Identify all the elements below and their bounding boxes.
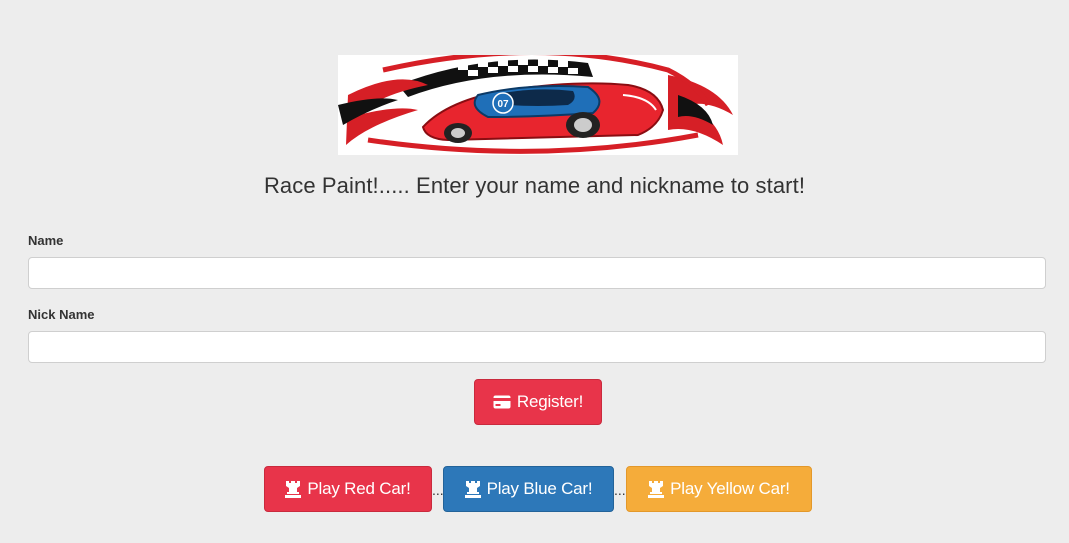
credit-card-icon (493, 395, 511, 409)
register-button[interactable]: Register! (474, 379, 602, 425)
button-separator: ... (432, 482, 444, 498)
nickname-label: Nick Name (28, 307, 95, 322)
play-blue-car-button[interactable]: Play Blue Car! (443, 466, 614, 512)
play-red-car-button[interactable]: Play Red Car! (264, 466, 432, 512)
button-separator: ... (614, 482, 626, 498)
page-title: Race Paint!..... Enter your name and nic… (263, 173, 806, 198)
race-car-icon: 07 (421, 82, 665, 143)
rook-icon (464, 480, 481, 498)
rook-icon (285, 480, 302, 498)
name-label: Name (28, 233, 64, 248)
play-yellow-car-label: Play Yellow Car! (670, 479, 790, 498)
name-input[interactable] (28, 257, 1046, 289)
car-number-logo: 07 (497, 99, 509, 110)
race-car-banner-image: 07 (338, 55, 738, 155)
nickname-input[interactable] (28, 331, 1046, 363)
play-red-car-label: Play Red Car! (307, 479, 411, 498)
play-yellow-car-button[interactable]: Play Yellow Car! (626, 466, 812, 512)
rook-icon (648, 480, 665, 498)
play-blue-car-label: Play Blue Car! (486, 479, 593, 498)
register-button-label: Register! (516, 392, 584, 411)
